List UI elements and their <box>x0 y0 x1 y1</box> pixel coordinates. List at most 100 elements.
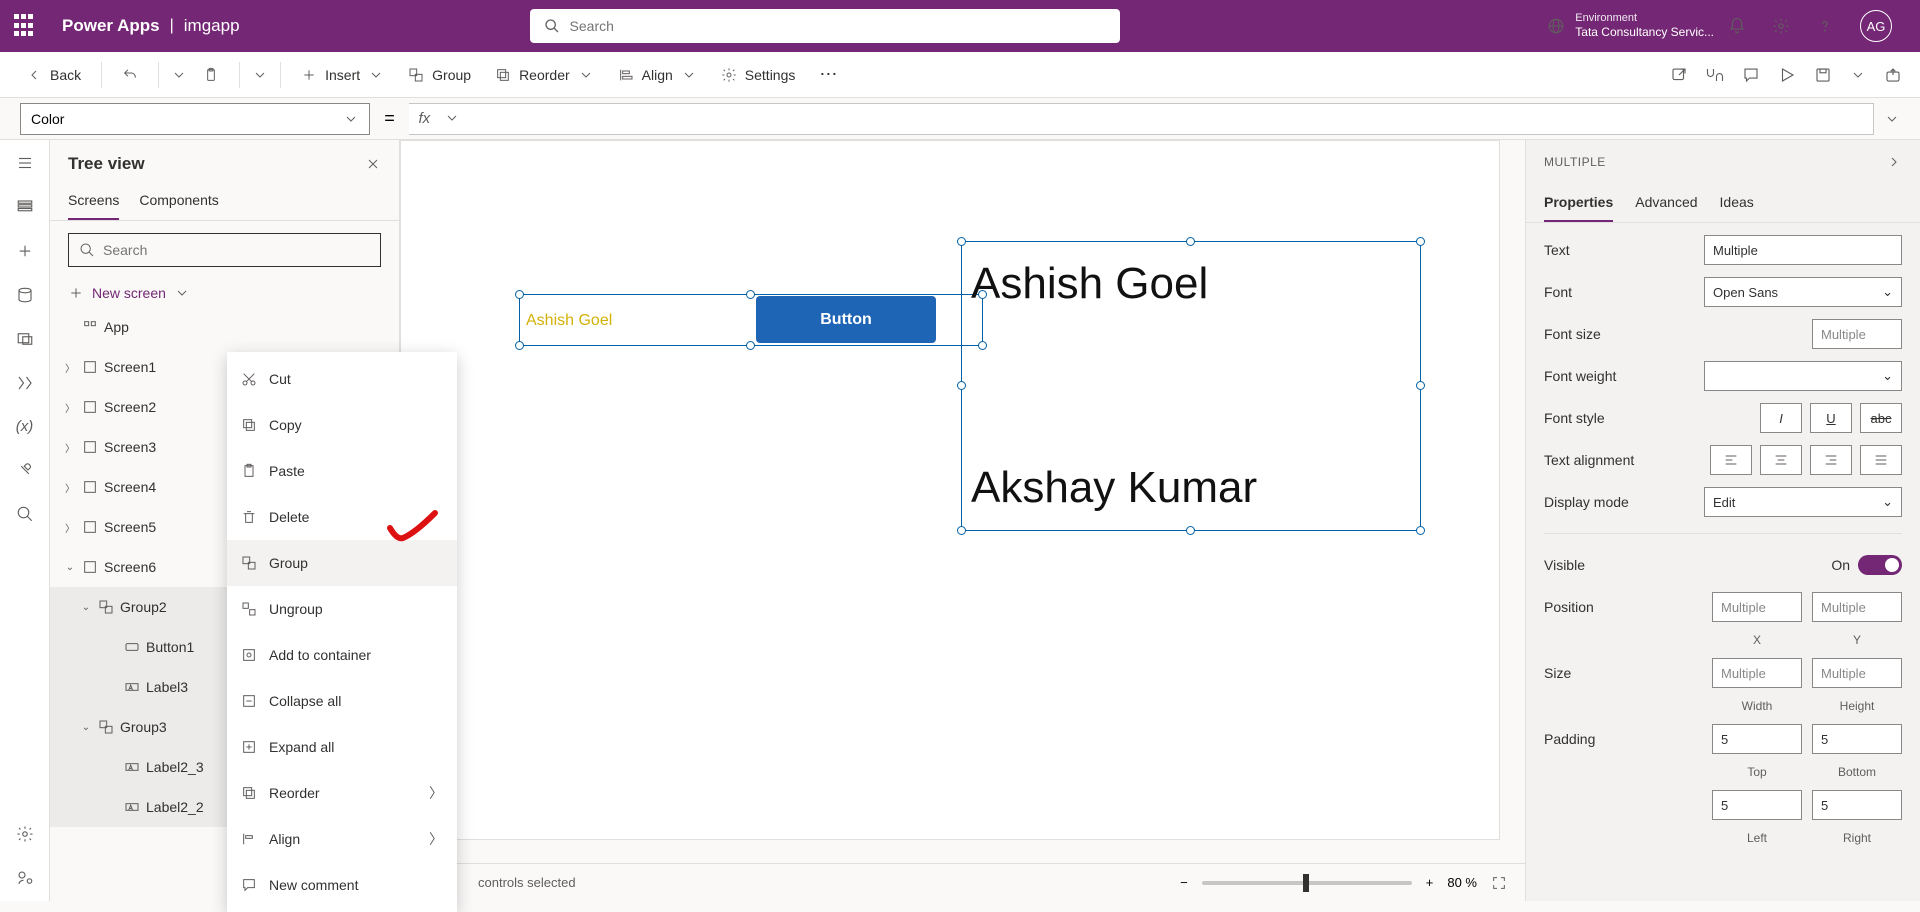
select-display-mode[interactable]: Edit⌄ <box>1704 487 1902 517</box>
ctx-cut[interactable]: Cut <box>227 356 457 402</box>
share-icon[interactable] <box>1670 66 1688 84</box>
expand-icon[interactable] <box>1884 111 1900 127</box>
ctx-comment[interactable]: New comment <box>227 862 457 908</box>
ctx-expand[interactable]: Expand all <box>227 724 457 770</box>
input-padding-left[interactable]: 5 <box>1712 790 1802 820</box>
ctx-add-container[interactable]: Add to container <box>227 632 457 678</box>
tab-advanced[interactable]: Advanced <box>1635 190 1697 222</box>
cut-icon <box>241 371 257 387</box>
tree-title: Tree view <box>68 154 145 174</box>
variables-icon[interactable]: (x) <box>16 418 34 435</box>
align-button[interactable]: Align <box>610 61 705 89</box>
input-text[interactable]: Multiple <box>1704 235 1902 265</box>
publish-icon[interactable] <box>1884 66 1902 84</box>
label-icon <box>124 679 140 695</box>
settings-button[interactable]: Settings <box>713 61 804 89</box>
fit-icon[interactable] <box>1491 875 1507 891</box>
tab-components[interactable]: Components <box>139 188 218 220</box>
settings-rail-icon[interactable] <box>16 825 34 843</box>
undo-button[interactable] <box>114 61 146 89</box>
tree-item-app[interactable]: App <box>50 307 399 347</box>
tree-search[interactable] <box>68 233 381 267</box>
align-right-button[interactable] <box>1810 445 1852 475</box>
input-font-size[interactable]: Multiple <box>1812 319 1902 349</box>
input-width[interactable]: Multiple <box>1712 658 1802 688</box>
zoom-slider[interactable] <box>1202 881 1412 885</box>
hamburger-icon[interactable] <box>16 154 34 172</box>
insert-button[interactable]: Insert <box>293 61 392 89</box>
more-button[interactable]: ⋯ <box>811 58 845 91</box>
waffle-icon[interactable] <box>14 14 38 38</box>
input-padding-top[interactable]: 5 <box>1712 724 1802 754</box>
back-button[interactable]: Back <box>18 61 89 89</box>
selection-status: controls selected <box>478 875 576 890</box>
align-center-button[interactable] <box>1760 445 1802 475</box>
align-justify-button[interactable] <box>1860 445 1902 475</box>
help-icon[interactable] <box>1816 17 1834 35</box>
align-icon <box>618 67 634 83</box>
flow-icon[interactable] <box>16 374 34 392</box>
zoom-out[interactable]: − <box>1180 875 1188 890</box>
canvas-label2-3[interactable]: Ashish Goel <box>971 259 1208 309</box>
env-value: Tata Consultancy Servic... <box>1575 25 1714 39</box>
environment-picker[interactable]: Environment Tata Consultancy Servic... <box>1547 12 1714 40</box>
app-checker-icon[interactable] <box>1706 66 1724 84</box>
paste-button[interactable] <box>195 61 227 89</box>
play-icon[interactable] <box>1778 66 1796 84</box>
tree-icon[interactable] <box>16 198 34 216</box>
search-input[interactable] <box>570 18 1106 34</box>
select-font[interactable]: Open Sans⌄ <box>1704 277 1902 307</box>
group-button[interactable]: Group <box>400 61 479 89</box>
canvas-button1[interactable]: Button <box>756 296 936 343</box>
chevron-down-icon[interactable] <box>171 67 187 83</box>
ctx-ungroup[interactable]: Ungroup <box>227 586 457 632</box>
canvas[interactable]: Ashish Goel Button Ashish Goel Akshay Ku… <box>400 140 1500 840</box>
tab-ideas[interactable]: Ideas <box>1720 190 1754 222</box>
ctx-reorder[interactable]: Reorder〉 <box>227 770 457 816</box>
new-screen-button[interactable]: New screen <box>50 279 399 307</box>
underline-button[interactable]: U <box>1810 403 1852 433</box>
canvas-area[interactable]: Ashish Goel Button Ashish Goel Akshay Ku… <box>400 140 1525 901</box>
tab-properties[interactable]: Properties <box>1544 190 1613 222</box>
ctx-align[interactable]: Align〉 <box>227 816 457 862</box>
input-padding-bottom[interactable]: 5 <box>1812 724 1902 754</box>
zoom-in[interactable]: + <box>1426 875 1434 890</box>
strike-button[interactable]: abc <box>1860 403 1902 433</box>
chevron-right-icon[interactable] <box>1886 154 1902 170</box>
property-selector[interactable]: Color <box>20 103 370 135</box>
tree-search-input[interactable] <box>103 242 370 258</box>
align-icon <box>241 831 257 847</box>
screen-icon <box>82 559 98 575</box>
input-height[interactable]: Multiple <box>1812 658 1902 688</box>
ctx-copy[interactable]: Copy <box>227 402 457 448</box>
input-x[interactable]: Multiple <box>1712 592 1802 622</box>
plus-icon[interactable] <box>16 242 34 260</box>
group-icon <box>408 67 424 83</box>
align-left-button[interactable] <box>1710 445 1752 475</box>
comment-icon[interactable] <box>1742 66 1760 84</box>
tab-screens[interactable]: Screens <box>68 188 119 220</box>
bell-icon[interactable] <box>1728 17 1746 35</box>
ctx-collapse[interactable]: Collapse all <box>227 678 457 724</box>
canvas-label2-2[interactable]: Akshay Kumar <box>971 463 1257 513</box>
ctx-paste[interactable]: Paste <box>227 448 457 494</box>
data-icon[interactable] <box>16 286 34 304</box>
global-search[interactable] <box>530 9 1120 43</box>
media-icon[interactable] <box>16 330 34 348</box>
reorder-button[interactable]: Reorder <box>487 61 602 89</box>
chevron-down-icon[interactable] <box>1850 67 1866 83</box>
tools-icon[interactable] <box>16 461 34 479</box>
formula-input[interactable]: fx <box>409 103 1874 135</box>
save-icon[interactable] <box>1814 66 1832 84</box>
select-font-weight[interactable]: ⌄ <box>1704 361 1902 391</box>
input-y[interactable]: Multiple <box>1812 592 1902 622</box>
input-padding-right[interactable]: 5 <box>1812 790 1902 820</box>
search-rail-icon[interactable] <box>16 505 34 523</box>
toggle-visible[interactable] <box>1858 555 1902 575</box>
italic-button[interactable]: I <box>1760 403 1802 433</box>
chevron-down-icon[interactable] <box>252 67 268 83</box>
ask-icon[interactable] <box>16 869 34 887</box>
user-avatar[interactable]: AG <box>1860 10 1892 42</box>
gear-icon[interactable] <box>1772 17 1790 35</box>
close-icon[interactable] <box>365 156 381 172</box>
